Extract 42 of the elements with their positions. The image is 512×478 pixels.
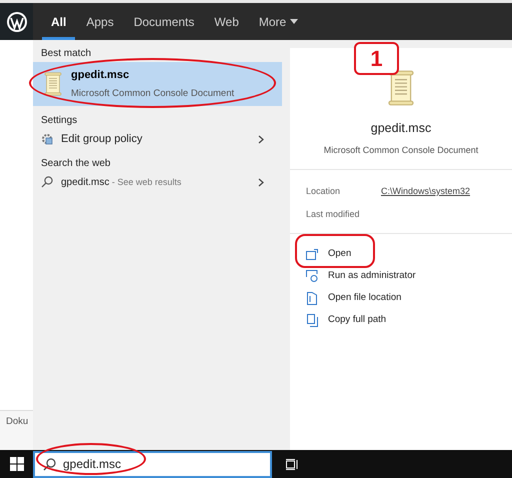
copy-icon [306,314,318,326]
search-icon [41,176,53,188]
document-scroll-icon [43,72,63,96]
search-field[interactable]: gpedit.msc [33,450,272,478]
preview-subtitle: Microsoft Common Console Document [324,144,478,157]
filter-tab[interactable]: Documents [124,6,204,40]
step-number-badge: 1 [354,42,399,75]
preview-title: gpedit.msc [370,120,432,137]
result-title: gpedit.msc [71,68,130,84]
logo-icon[interactable] [6,10,28,32]
filter-tab[interactable]: Apps [77,6,123,40]
filter-tab[interactable]: Web [205,6,248,40]
location-link[interactable]: C:\Windows\system32 [381,185,470,198]
result-item[interactable]: Edit group policy [33,129,282,149]
result-item[interactable]: gpedit.msc - See web results [33,172,282,192]
action-button[interactable]: Open file location [306,290,402,306]
chevron-right-icon [258,134,264,144]
section-heading: Settings [40,114,78,128]
task-view-icon[interactable] [286,458,298,470]
shield-window-icon [306,270,318,282]
result-title: gpedit.msc - See web results [61,176,182,190]
detail-label: Location [306,185,342,198]
windows-start-icon[interactable] [10,457,24,471]
section-heading: Search the web [40,157,112,171]
more-menu[interactable]: More [250,6,308,40]
document-scroll-icon [386,70,416,106]
result-item[interactable]: gpedit.msc Microsoft Common Console Document [33,62,282,106]
settings-icon [41,133,53,145]
file-location-icon [307,292,317,304]
search-input[interactable]: gpedit.msc [63,455,243,473]
detail-label: Last modified [306,208,361,220]
result-title: Edit group policy [61,132,144,147]
action-button[interactable]: Open [306,246,352,262]
section-heading: Best match [40,47,92,61]
footer-label: Doku [6,416,28,427]
chevron-right-icon [258,178,264,186]
action-button[interactable]: Copy full path [306,312,386,328]
window-icon [306,248,318,260]
result-subtitle: Microsoft Common Console Document [71,86,234,101]
search-icon [43,458,56,470]
action-button[interactable]: Run as administrator [306,268,416,284]
caret-icon [290,19,298,24]
